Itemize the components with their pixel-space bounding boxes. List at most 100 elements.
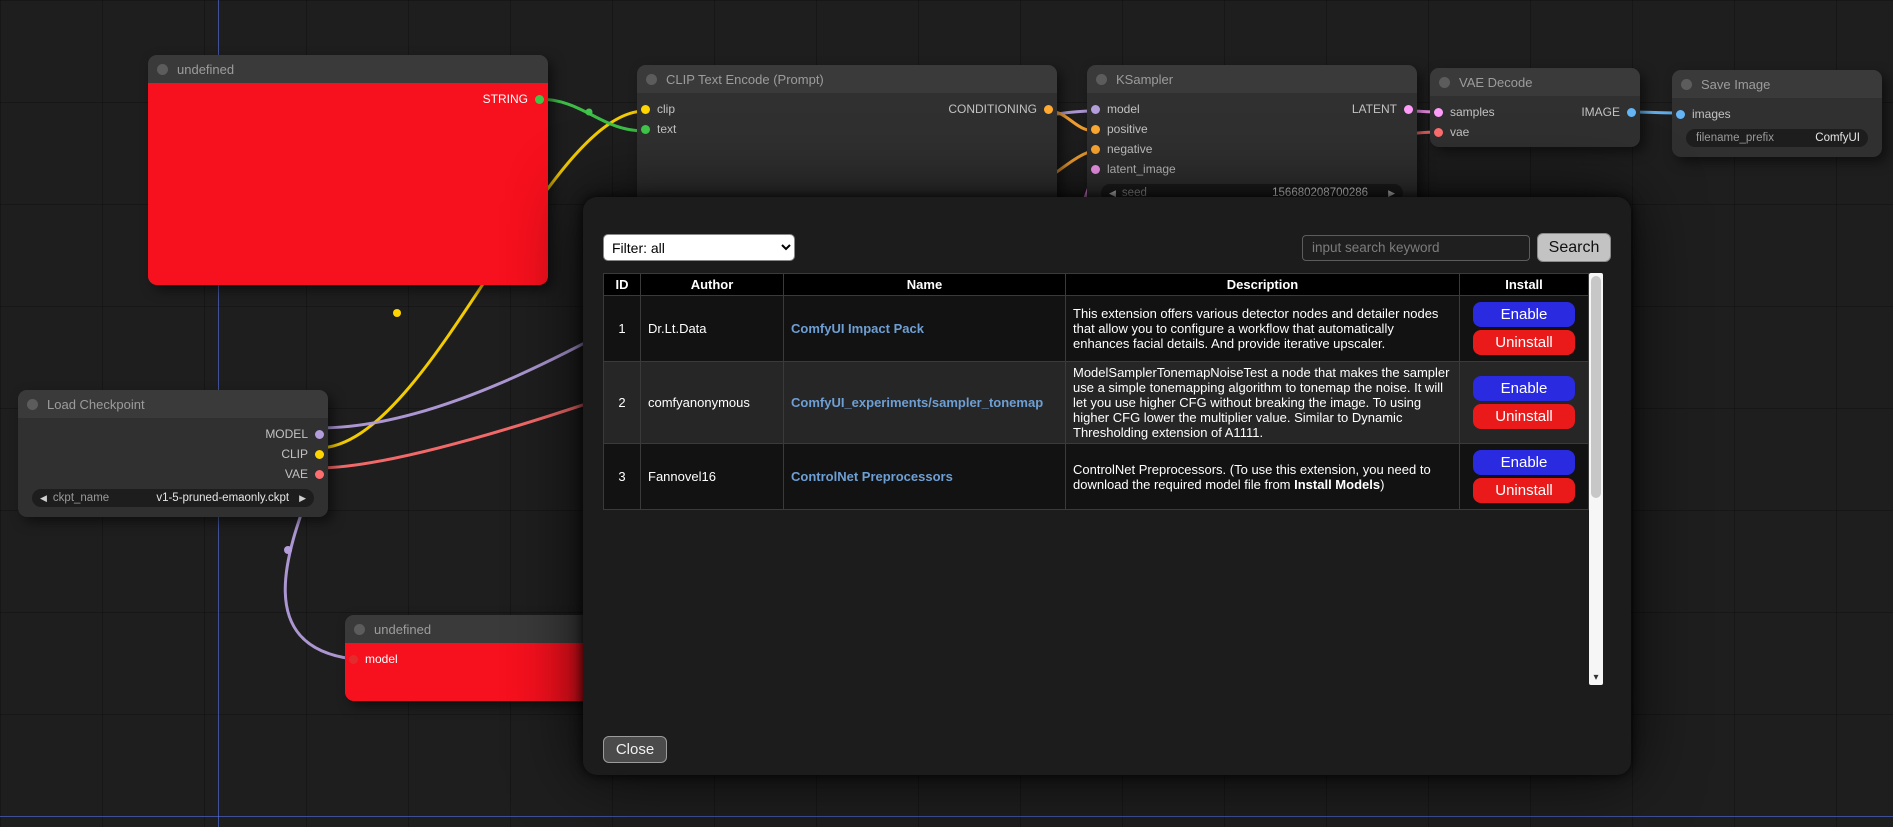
scrollbar-thumb[interactable] xyxy=(1591,276,1601,498)
node-title: VAE Decode xyxy=(1459,75,1532,90)
widget-prev-icon[interactable]: ◀ xyxy=(40,494,47,503)
input-label: negative xyxy=(1107,142,1152,156)
node-title-bar[interactable]: undefined xyxy=(148,55,548,83)
input-slot-model[interactable] xyxy=(349,655,358,664)
input-slot-clip[interactable] xyxy=(641,105,650,114)
search-input[interactable] xyxy=(1302,235,1530,261)
cell-id: 3 xyxy=(604,444,641,510)
input-label: samples xyxy=(1450,105,1495,119)
column-header-install: Install xyxy=(1460,274,1589,296)
output-label: MODEL xyxy=(265,427,308,441)
widget-value: v1-5-pruned-emaonly.ckpt xyxy=(156,492,289,504)
input-label: model xyxy=(1107,102,1140,116)
widget-next-icon[interactable]: ▶ xyxy=(299,494,306,503)
input-slot-samples[interactable] xyxy=(1434,108,1443,117)
cell-author: Fannovel16 xyxy=(641,444,784,510)
filter-select[interactable]: Filter: all xyxy=(603,234,795,261)
graph-canvas[interactable]: undefined STRING CLIP Text Encode (Promp… xyxy=(0,0,1893,827)
node-vae-decode[interactable]: VAE Decode samples vae IMAGE xyxy=(1430,68,1640,147)
input-slot-negative[interactable] xyxy=(1091,145,1100,154)
wire-model-midpoint-dot xyxy=(284,546,292,554)
collapse-dot-icon[interactable] xyxy=(157,64,168,75)
table-row: 3 Fannovel16 ControlNet Preprocessors Co… xyxy=(604,444,1589,510)
output-slot-model[interactable] xyxy=(315,430,324,439)
output-label: STRING xyxy=(483,92,528,106)
collapse-dot-icon[interactable] xyxy=(1096,74,1107,85)
node-title-bar[interactable]: KSampler xyxy=(1087,65,1417,93)
collapse-dot-icon[interactable] xyxy=(1681,79,1692,90)
node-title: undefined xyxy=(374,622,431,637)
node-title: Save Image xyxy=(1701,77,1770,92)
output-label: IMAGE xyxy=(1581,105,1620,119)
output-label: LATENT xyxy=(1352,102,1397,116)
uninstall-button[interactable]: Uninstall xyxy=(1473,478,1575,503)
table-header-row: ID Author Name Description Install xyxy=(604,274,1589,296)
collapse-dot-icon[interactable] xyxy=(27,399,38,410)
scroll-down-icon[interactable]: ▾ xyxy=(1589,671,1603,685)
cell-description: This extension offers various detector n… xyxy=(1066,296,1460,362)
input-slot-text[interactable] xyxy=(641,125,650,134)
widget-label: filename_prefix xyxy=(1696,132,1774,144)
cell-author: comfyanonymous xyxy=(641,362,784,444)
node-title-bar[interactable]: Save Image xyxy=(1672,70,1882,98)
extension-link[interactable]: ComfyUI_experiments/sampler_tonemap xyxy=(791,395,1043,410)
node-load-checkpoint[interactable]: Load Checkpoint MODEL CLIP VAE ◀ ckpt_na… xyxy=(18,390,328,517)
collapse-dot-icon[interactable] xyxy=(354,624,365,635)
cell-description: ModelSamplerTonemapNoiseTest a node that… xyxy=(1066,362,1460,444)
node-title: undefined xyxy=(177,62,234,77)
cell-id: 1 xyxy=(604,296,641,362)
collapse-dot-icon[interactable] xyxy=(1439,77,1450,88)
uninstall-button[interactable]: Uninstall xyxy=(1473,404,1575,429)
output-slot-conditioning[interactable] xyxy=(1044,105,1053,114)
output-slot-vae[interactable] xyxy=(315,470,324,479)
input-slot-vae[interactable] xyxy=(1434,128,1443,137)
extension-link[interactable]: ControlNet Preprocessors xyxy=(791,469,953,484)
table-row: 1 Dr.Lt.Data ComfyUI Impact Pack This ex… xyxy=(604,296,1589,362)
ckpt-name-widget[interactable]: ◀ ckpt_name v1-5-pruned-emaonly.ckpt ▶ xyxy=(32,489,314,507)
input-slot-latent-image[interactable] xyxy=(1091,165,1100,174)
node-title: CLIP Text Encode (Prompt) xyxy=(666,72,824,87)
input-label: text xyxy=(657,122,676,136)
enable-button[interactable]: Enable xyxy=(1473,450,1575,475)
node-title-bar[interactable]: Load Checkpoint xyxy=(18,390,328,418)
enable-button[interactable]: Enable xyxy=(1473,376,1575,401)
node-title-bar[interactable]: CLIP Text Encode (Prompt) xyxy=(637,65,1057,93)
input-label: clip xyxy=(657,102,675,116)
input-label: model xyxy=(365,652,398,666)
search-button[interactable]: Search xyxy=(1537,233,1611,262)
output-label: VAE xyxy=(285,467,308,481)
node-undefined-top[interactable]: undefined STRING xyxy=(148,55,548,285)
input-slot-positive[interactable] xyxy=(1091,125,1100,134)
node-save-image[interactable]: Save Image images filename_prefix ComfyU… xyxy=(1672,70,1882,157)
column-header-author: Author xyxy=(641,274,784,296)
widget-label: ckpt_name xyxy=(53,492,109,504)
scrollbar[interactable]: ▾ xyxy=(1589,273,1603,685)
input-label: vae xyxy=(1450,125,1469,139)
canvas-axis-horizontal xyxy=(0,816,1893,817)
input-label: images xyxy=(1692,107,1731,121)
filename-prefix-widget[interactable]: filename_prefix ComfyUI xyxy=(1686,129,1868,147)
cell-description: ControlNet Preprocessors. (To use this e… xyxy=(1066,444,1460,510)
enable-button[interactable]: Enable xyxy=(1473,302,1575,327)
output-slot-string[interactable] xyxy=(535,95,544,104)
node-title: Load Checkpoint xyxy=(47,397,145,412)
wire-string xyxy=(538,99,645,131)
column-header-name: Name xyxy=(784,274,1066,296)
cell-author: Dr.Lt.Data xyxy=(641,296,784,362)
column-header-description: Description xyxy=(1066,274,1460,296)
output-slot-image[interactable] xyxy=(1627,108,1636,117)
output-slot-clip[interactable] xyxy=(315,450,324,459)
widget-value: ComfyUI xyxy=(1815,132,1860,144)
output-label: CONDITIONING xyxy=(948,102,1037,116)
node-title-bar[interactable]: VAE Decode xyxy=(1430,68,1640,96)
extensions-table-container: ID Author Name Description Install 1 Dr.… xyxy=(603,273,1603,685)
close-button[interactable]: Close xyxy=(603,736,667,763)
output-slot-latent[interactable] xyxy=(1404,105,1413,114)
input-slot-images[interactable] xyxy=(1676,110,1685,119)
input-slot-model[interactable] xyxy=(1091,105,1100,114)
collapse-dot-icon[interactable] xyxy=(646,74,657,85)
custom-nodes-manager-dialog: Filter: all Search ID Author Name Descri… xyxy=(583,197,1631,775)
wire-clip-midpoint-dot xyxy=(393,309,401,317)
extension-link[interactable]: ComfyUI Impact Pack xyxy=(791,321,924,336)
uninstall-button[interactable]: Uninstall xyxy=(1473,330,1575,355)
